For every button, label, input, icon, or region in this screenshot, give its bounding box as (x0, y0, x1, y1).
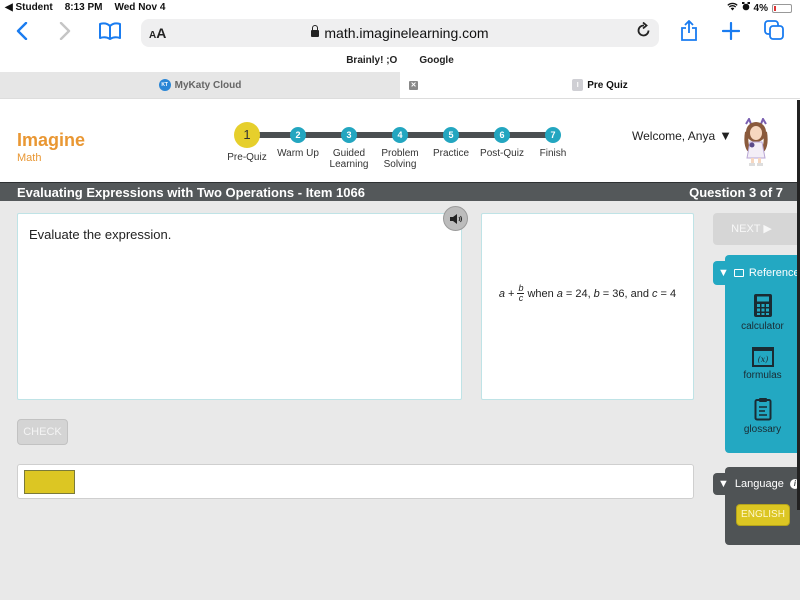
question-area: Evaluate the expression. a + b c when a … (0, 201, 800, 600)
alarm-icon (741, 2, 750, 14)
bookmarks-button[interactable] (97, 20, 123, 46)
device-status-bar: ◀ Student 8:13 PM Wed Nov 4 4% (0, 0, 800, 16)
user-menu[interactable]: Welcome, Anya ▼ (632, 128, 732, 143)
favorite-link[interactable]: Brainly! ;O (346, 55, 397, 72)
clock-time: 8:13 PM (64, 2, 103, 13)
tab-title: Pre Quiz (587, 79, 628, 91)
speaker-icon (449, 213, 462, 224)
b-value: = 36, and (602, 287, 649, 300)
lock-icon (311, 25, 320, 37)
tab-pre-quiz[interactable]: ✕ I Pre Quiz (400, 72, 800, 98)
close-tab-icon[interactable]: ✕ (409, 81, 418, 90)
step-number: 1 (234, 122, 260, 148)
new-tab-button[interactable] (718, 20, 744, 46)
mykaty-favicon-icon: KT (158, 79, 171, 91)
c-label: c (651, 287, 658, 300)
lesson-title-bar: Evaluating Expressions with Two Operatio… (0, 182, 800, 201)
back-to-app-link[interactable]: ◀ Student (5, 2, 53, 13)
step-number: 3 (341, 127, 357, 143)
battery-percent: 4% (753, 2, 768, 14)
favorite-link[interactable]: Google (419, 55, 453, 72)
check-button[interactable]: CHECK (17, 419, 68, 445)
step-number: 4 (392, 127, 408, 143)
question-prompt: Evaluate the expression. (29, 227, 172, 242)
reference-title: Reference (748, 267, 800, 279)
imagine-favicon-icon: I (572, 79, 584, 91)
tab-title: MyKaty Cloud (174, 79, 242, 91)
wifi-icon (726, 2, 738, 14)
prompt-panel: Evaluate the expression. (17, 213, 462, 400)
favorites-bar: Brainly! ;O Google (0, 50, 800, 72)
svg-text:(x): (x) (757, 355, 768, 364)
language-toggle[interactable]: ▼ Language i (713, 473, 800, 495)
step-number: 6 (494, 127, 510, 143)
reload-icon[interactable] (637, 21, 651, 43)
condition-when: when (527, 287, 554, 300)
progress-step-finish: 7 Finish (523, 122, 583, 159)
battery-icon (772, 3, 792, 13)
clipboard-icon (754, 398, 771, 421)
reference-toggle[interactable]: ▼ Reference (713, 261, 800, 285)
glossary-tool[interactable]: glossary (725, 397, 800, 435)
app-header: Imagine Math 1 Pre-Quiz 2 Warm Up 3 Guid… (0, 100, 800, 182)
next-button[interactable]: NEXT ▶ (713, 213, 800, 245)
read-aloud-button[interactable] (443, 206, 468, 231)
step-number: 7 (545, 127, 561, 143)
back-button[interactable] (9, 20, 35, 46)
answer-area[interactable] (17, 464, 694, 499)
answer-input[interactable] (24, 470, 75, 494)
question-counter: Question 3 of 7 (689, 185, 783, 200)
reference-book-icon (733, 269, 744, 277)
browser-toolbar: AA math.imaginelearning.com (0, 16, 800, 50)
calculator-tool[interactable]: calculator (725, 293, 800, 332)
caret-down-icon: ▼ (719, 128, 733, 143)
a-value: = 24, (565, 287, 591, 300)
browser-tab-strip: KT MyKaty Cloud ✕ I Pre Quiz (0, 72, 800, 99)
step-label: Finish (539, 148, 567, 159)
lesson-title: Evaluating Expressions with Two Operatio… (17, 185, 365, 200)
variable-a: a (498, 287, 506, 300)
triangle-down-icon: ▼ (718, 267, 729, 279)
formulas-label: formulas (743, 370, 782, 381)
step-number: 2 (290, 127, 306, 143)
tab-mykaty-cloud[interactable]: KT MyKaty Cloud (0, 72, 400, 98)
calculator-icon (753, 294, 772, 317)
url-text: math.imaginelearning.com (324, 25, 489, 41)
tabs-overview-button[interactable] (761, 20, 787, 46)
imagine-math-logo: Imagine Math (17, 130, 86, 164)
formulas-tool[interactable]: (x) formulas (725, 347, 800, 381)
fraction-denominator: c (518, 293, 524, 303)
clock-date: Wed Nov 4 (114, 2, 166, 13)
avatar[interactable] (741, 116, 771, 168)
address-bar[interactable]: AA math.imaginelearning.com (141, 19, 659, 47)
step-number: 5 (443, 127, 459, 143)
language-english-button[interactable]: ENGLISH (736, 504, 790, 526)
fraction-b-over-c: b c (517, 284, 525, 303)
welcome-text: Welcome, Anya (632, 129, 716, 143)
forward-button[interactable] (52, 20, 78, 46)
triangle-down-icon: ▼ (718, 478, 729, 490)
expression-panel: a + b c when a = 24, b = 36, and c = 4 (481, 213, 694, 400)
share-button[interactable] (676, 19, 702, 48)
c-value: = 4 (660, 287, 677, 300)
math-expression: a + b c when a = 24, b = 36, and c = 4 (482, 284, 693, 303)
plus-sign: + (508, 287, 515, 300)
calculator-label: calculator (741, 321, 784, 332)
glossary-label: glossary (743, 424, 782, 435)
language-title: Language (734, 478, 784, 490)
formulas-icon: (x) (751, 347, 774, 367)
lesson-progress-tracker: 1 Pre-Quiz 2 Warm Up 3 Guided Learning 4… (224, 122, 580, 177)
a-label: a (556, 287, 563, 300)
b-label: b (593, 287, 600, 300)
